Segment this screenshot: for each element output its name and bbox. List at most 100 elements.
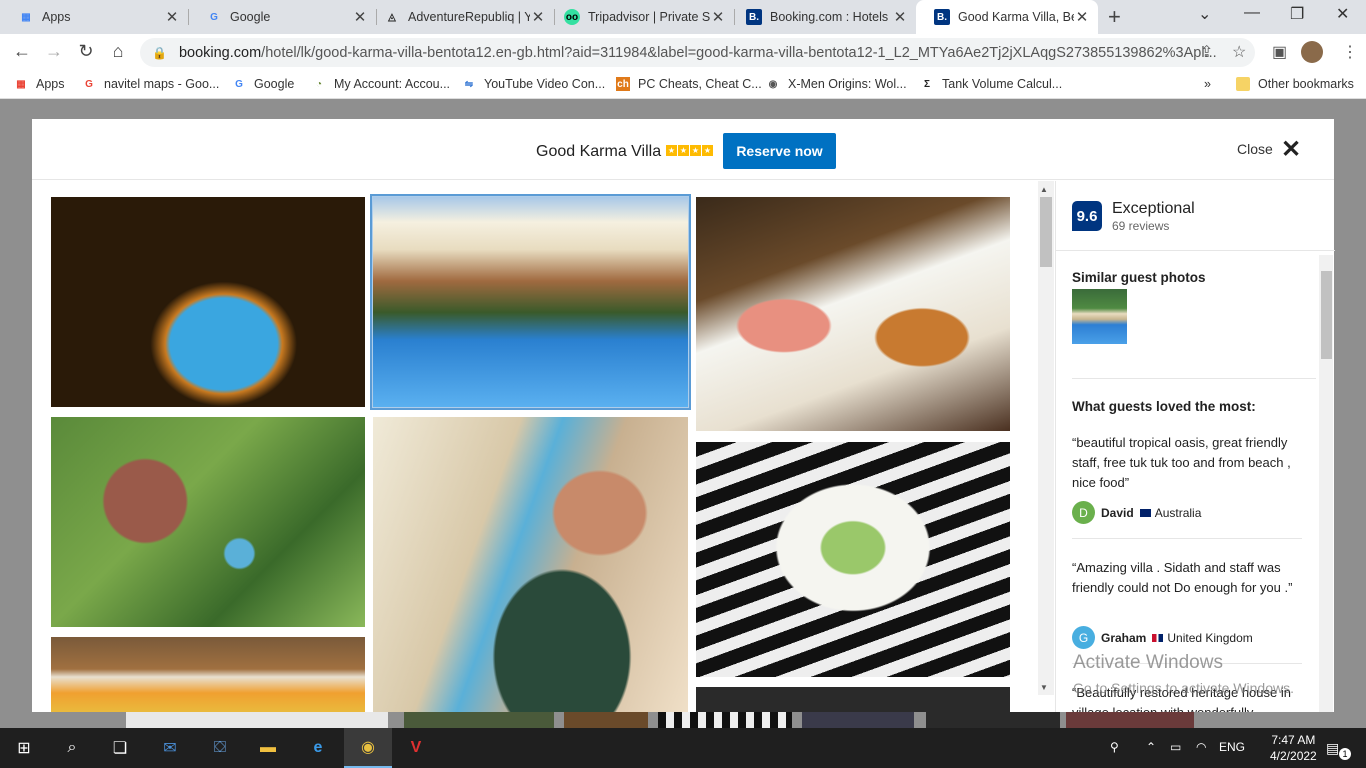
- more-bookmarks-button[interactable]: »: [1204, 77, 1211, 91]
- photo-villa-pool-day[interactable]: [370, 194, 691, 410]
- close-tab-icon[interactable]: ✕: [164, 8, 180, 26]
- bookmark-pc-cheats[interactable]: ch PC Cheats, Cheat C...: [616, 77, 762, 91]
- photo-guest-smiling[interactable]: [373, 417, 688, 712]
- tab-apps[interactable]: ▦ Apps ✕: [0, 0, 188, 34]
- language-indicator[interactable]: ENG: [1219, 740, 1245, 754]
- wifi-icon[interactable]: ◠: [1196, 740, 1206, 754]
- side-panel-icon[interactable]: ▣: [1272, 42, 1287, 62]
- home-icon[interactable]: ⌂: [106, 41, 130, 62]
- close-tab-icon[interactable]: ✕: [710, 8, 726, 26]
- photo-aerial-view[interactable]: [51, 417, 365, 627]
- background-map-strip: [126, 712, 388, 728]
- mail-icon[interactable]: ✉: [146, 728, 194, 768]
- review-count[interactable]: 69 reviews: [1112, 219, 1169, 233]
- avatar: D: [1072, 501, 1095, 524]
- search-icon[interactable]: ⌕: [48, 728, 96, 768]
- reload-icon[interactable]: ↻: [74, 41, 98, 62]
- taskbar-clock[interactable]: 7:47 AM 4/2/2022: [1270, 732, 1317, 764]
- forward-icon[interactable]: →: [42, 41, 66, 62]
- task-view-icon[interactable]: ❏: [96, 728, 144, 768]
- close-icon[interactable]: ✕: [1281, 135, 1301, 164]
- booking-icon: B.: [746, 9, 762, 25]
- maximize-icon[interactable]: ❐: [1290, 4, 1304, 24]
- menu-icon[interactable]: ⋮: [1342, 42, 1358, 62]
- profile-avatar[interactable]: [1301, 41, 1323, 63]
- battery-icon[interactable]: ▭: [1170, 740, 1181, 754]
- tab-tripadvisor[interactable]: oo Tripadvisor | Private Si ✕: [546, 0, 734, 34]
- globe-icon: ◉: [768, 78, 778, 90]
- bookmark-navitel[interactable]: Gnavitel maps - Goo...: [82, 77, 219, 91]
- scroll-up-icon[interactable]: ▲: [1040, 185, 1048, 194]
- gallery-scrollbar-thumb[interactable]: [1040, 197, 1052, 267]
- sidebar-scrollbar-thumb[interactable]: [1321, 271, 1332, 359]
- background-photo-strip: [802, 712, 914, 728]
- reviewer: G Graham United Kingdom: [1072, 626, 1253, 649]
- photo-next[interactable]: [696, 687, 1010, 712]
- bookmark-google[interactable]: G Google: [232, 77, 294, 91]
- bookmark-my-account[interactable]: ◔ My Account: Accou...: [312, 77, 450, 91]
- uk-flag-icon: [1152, 633, 1164, 642]
- lock-icon: 🔒: [152, 45, 167, 60]
- australia-flag-icon: [1139, 508, 1151, 517]
- photo-salad-bowl[interactable]: [696, 442, 1010, 677]
- windows-taskbar: ⊞ ⌕ ❏ ✉ ⛋ ▬ e ◉ V ⚲ ⌃ ▭ ◠ ENG 7:47 AM 4/…: [0, 728, 1366, 768]
- close-tab-icon[interactable]: ✕: [892, 8, 908, 26]
- file-explorer-icon[interactable]: ▬: [244, 728, 292, 768]
- minimize-icon[interactable]: —: [1244, 4, 1260, 22]
- photo-fruit-breakfast[interactable]: [51, 637, 365, 712]
- reviewer-name: David: [1101, 505, 1134, 520]
- close-label[interactable]: Close: [1237, 141, 1273, 157]
- bookmark-apps[interactable]: ▦ Apps: [14, 77, 64, 91]
- background-photo-strip: [1066, 712, 1194, 728]
- tab-title: Good Karma Villa, Ben: [958, 10, 1074, 24]
- account-icon: ◔: [315, 78, 323, 90]
- modal-header: Good Karma Villa ★ ★ ★ ★ Reserve now Clo…: [32, 119, 1334, 180]
- photo-pool-night[interactable]: [51, 197, 365, 407]
- photo-seafood-plate[interactable]: [696, 197, 1010, 431]
- hotel-name: Good Karma Villa: [536, 143, 662, 160]
- tab-good-karma-villa[interactable]: B. Good Karma Villa, Ben ✕: [916, 0, 1098, 34]
- close-tab-icon[interactable]: ✕: [530, 8, 546, 26]
- adventure-icon: ◬: [388, 11, 396, 23]
- tab-google[interactable]: G Google ✕: [188, 0, 376, 34]
- tab-search-icon[interactable]: ⌄: [1198, 4, 1211, 24]
- close-tab-icon[interactable]: ✕: [1074, 8, 1090, 26]
- store-icon[interactable]: ⛋: [196, 728, 244, 768]
- bookmark-label: YouTube Video Con...: [484, 77, 606, 91]
- background-photo-strip: [926, 712, 1060, 728]
- bookmark-label: Other bookmarks: [1258, 77, 1354, 91]
- bookmark-label: navitel maps - Goo...: [104, 77, 220, 91]
- start-icon[interactable]: ⊞: [0, 728, 48, 768]
- share-icon[interactable]: ⇪: [1200, 42, 1213, 62]
- divider: [1072, 538, 1302, 539]
- chrome-icon[interactable]: ◉: [344, 728, 392, 768]
- similar-photo-thumbnail[interactable]: [1072, 289, 1127, 344]
- window-close-icon[interactable]: ✕: [1336, 4, 1349, 24]
- reserve-now-button[interactable]: Reserve now: [723, 133, 836, 169]
- review-quote: “Amazing villa . Sidath and staff was fr…: [1072, 560, 1293, 595]
- tab-strip: ▦ Apps ✕ G Google ✕ ◬ AdventureRepubliq …: [0, 0, 1366, 34]
- tray-chevron-icon[interactable]: ⌃: [1146, 740, 1156, 754]
- scroll-down-icon[interactable]: ▼: [1040, 683, 1048, 692]
- back-icon[interactable]: ←: [10, 41, 34, 62]
- address-bar[interactable]: 🔒 booking.com/hotel/lk/good-karma-villa-…: [140, 38, 1255, 67]
- google-icon: G: [85, 78, 93, 90]
- bookmark-label: Google: [254, 77, 295, 91]
- edge-icon[interactable]: e: [294, 728, 342, 768]
- bookmark-xmen[interactable]: ◉ X-Men Origins: Wol...: [766, 77, 907, 91]
- tab-title: AdventureRepubliq | Y: [408, 10, 530, 24]
- other-bookmarks[interactable]: Other bookmarks: [1236, 77, 1354, 91]
- people-icon[interactable]: ⚲: [1110, 740, 1119, 754]
- url-path: /hotel/lk/good-karma-villa-bentota12.en-…: [261, 44, 1217, 61]
- notification-center-icon[interactable]: ▤: [1326, 740, 1339, 757]
- new-tab-button[interactable]: +: [1108, 4, 1121, 30]
- browser-toolbar: ← → ↻ ⌂ 🔒 booking.com/hotel/lk/good-karm…: [0, 34, 1366, 71]
- bookmark-tank-volume[interactable]: Σ Tank Volume Calcul...: [920, 77, 1062, 91]
- tab-adventurerepubliq[interactable]: ◬ AdventureRepubliq | Y ✕: [366, 0, 554, 34]
- tab-title: Google: [230, 10, 271, 24]
- bookmark-label: My Account: Accou...: [334, 77, 451, 91]
- vivaldi-icon[interactable]: V: [392, 728, 440, 768]
- tab-booking-hotels[interactable]: B. Booking.com : Hotels i ✕: [728, 0, 916, 34]
- bookmark-star-icon[interactable]: ☆: [1232, 42, 1246, 62]
- bookmark-youtube-converter[interactable]: ⇋ YouTube Video Con...: [462, 77, 605, 91]
